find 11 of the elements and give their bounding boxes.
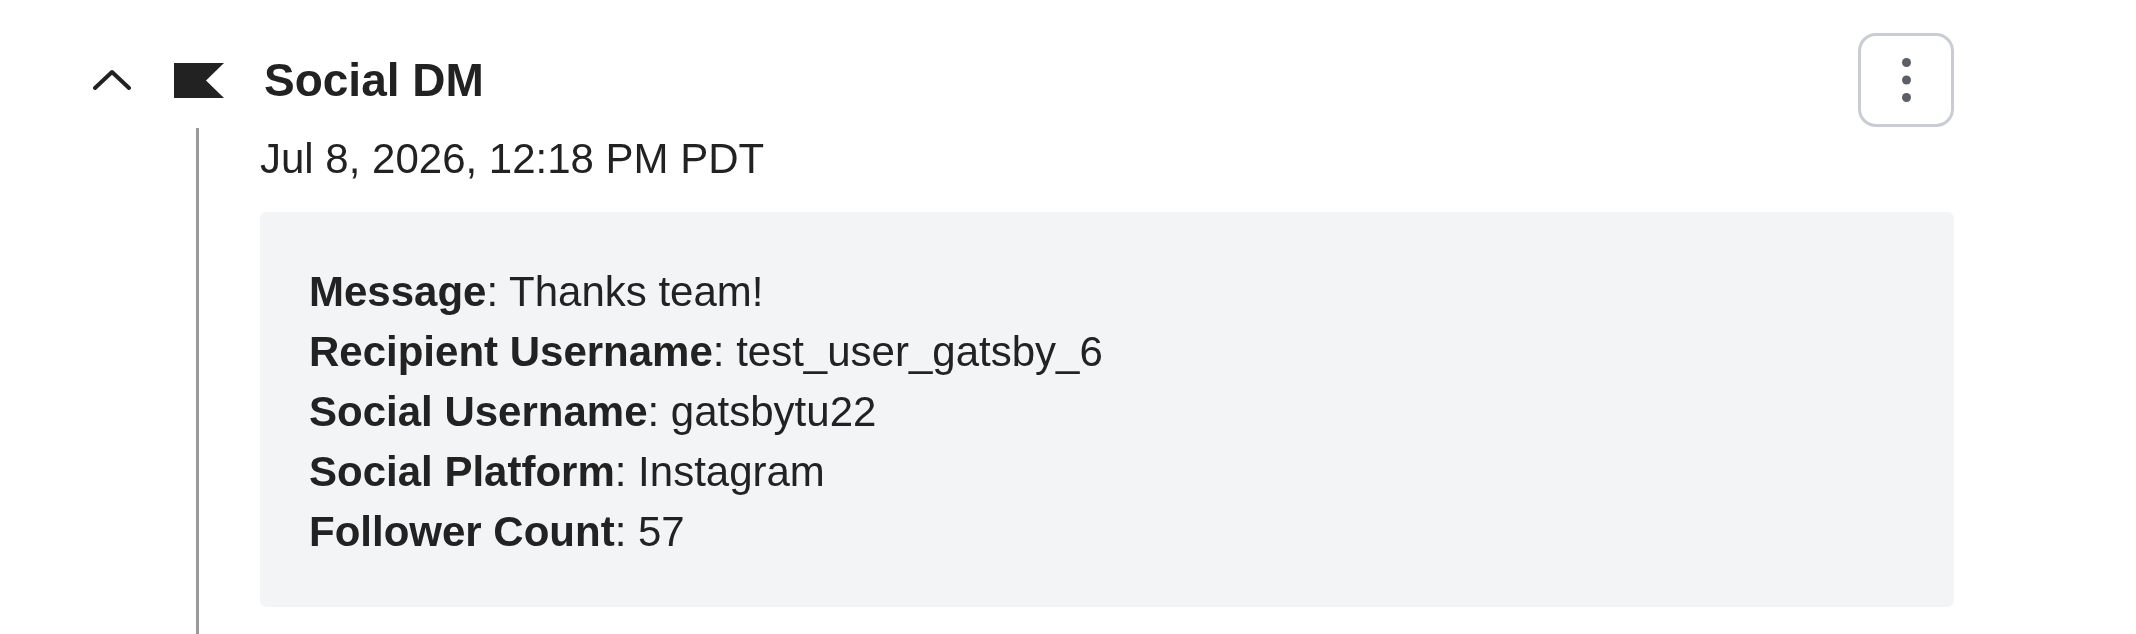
flag-icon — [174, 62, 224, 98]
detail-line: Follower Count: 57 — [309, 507, 685, 558]
detail-line: Message: Thanks team! — [309, 267, 764, 318]
event-timestamp: Jul 8, 2026, 12:18 PM PDT — [260, 134, 765, 184]
detail-line: Social Username: gatsbytu22 — [309, 387, 877, 438]
chevron-up-icon[interactable] — [93, 69, 131, 91]
more-options-button[interactable] — [1858, 33, 1954, 127]
detail-line: Social Platform: Instagram — [309, 447, 825, 498]
vertical-dots-icon — [1901, 58, 1911, 102]
event-title: Social DM — [264, 57, 484, 103]
detail-line: Recipient Username: test_user_gatsby_6 — [309, 327, 1103, 378]
